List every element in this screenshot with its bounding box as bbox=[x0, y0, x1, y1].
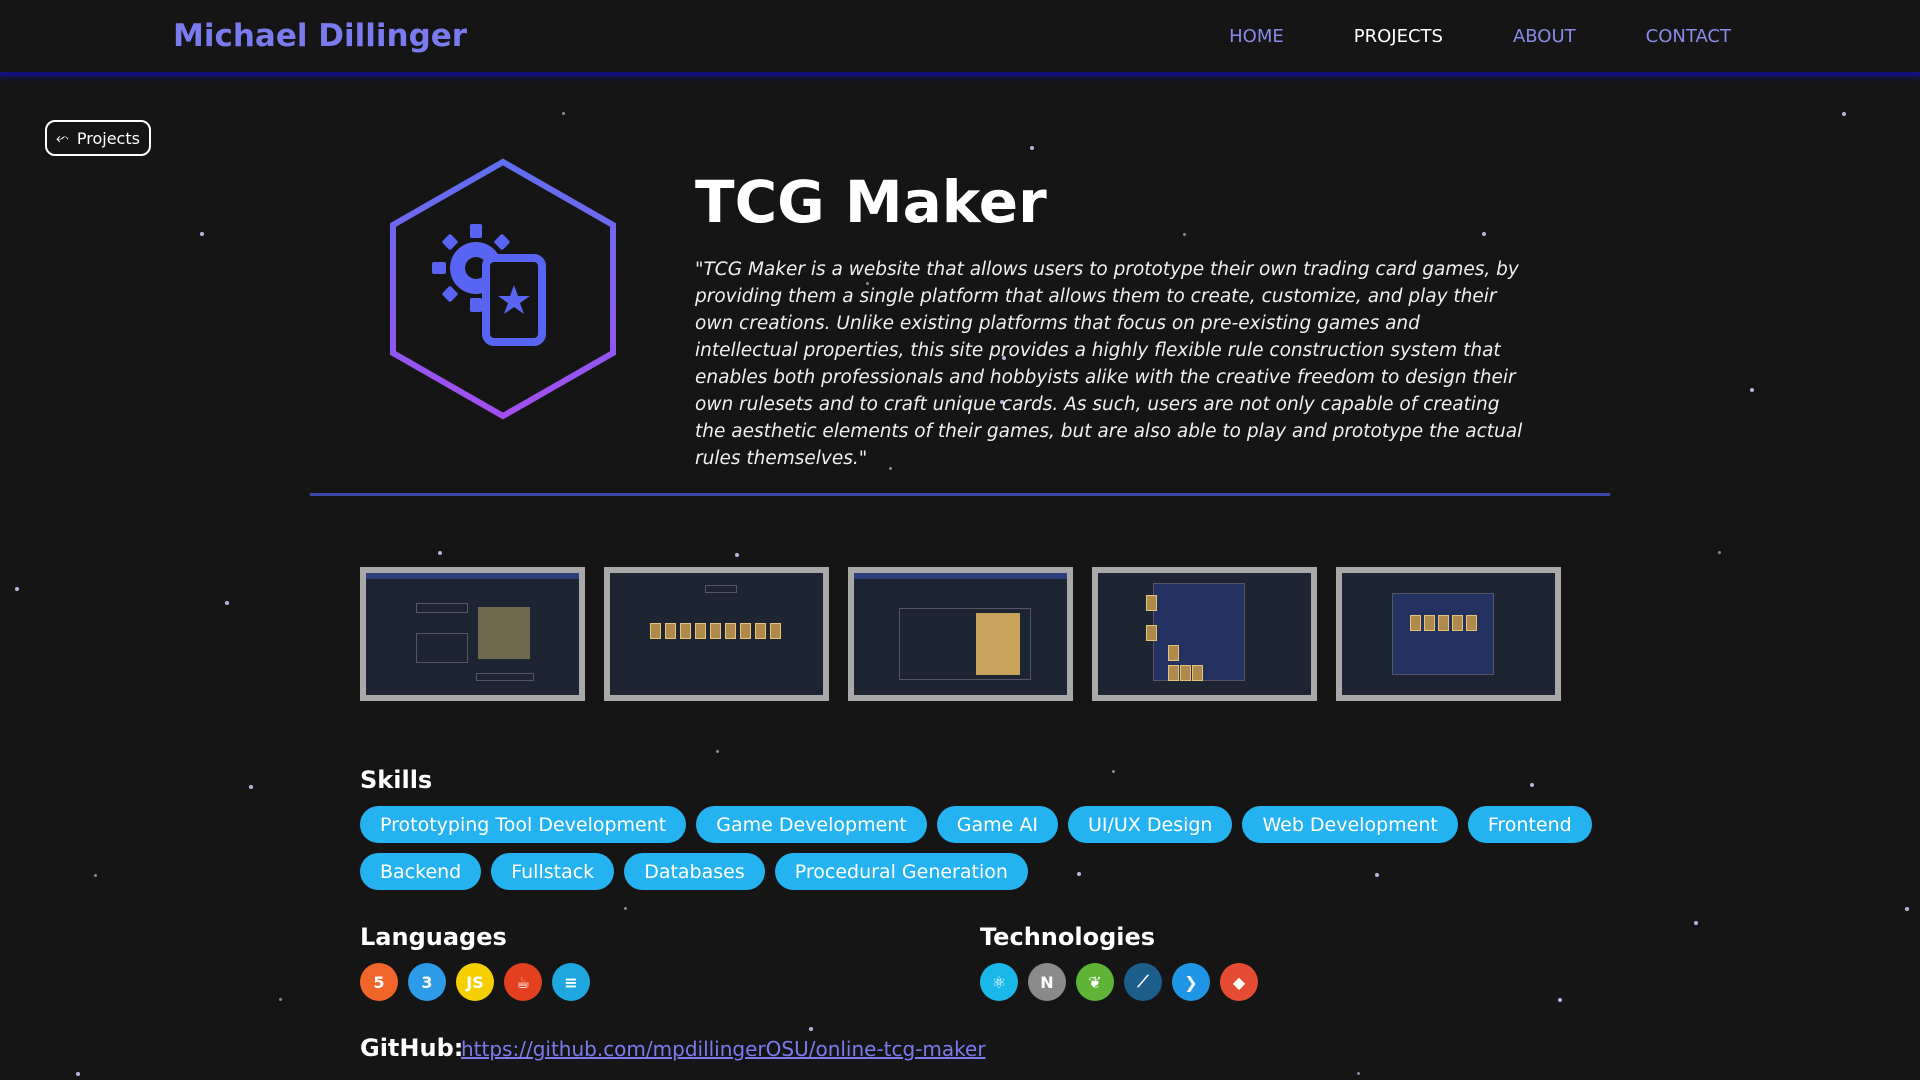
starfield-background bbox=[0, 0, 1920, 1080]
project-logo-icon bbox=[390, 158, 616, 420]
skill-tag: Databases bbox=[624, 853, 765, 890]
react-icon: ⚛ bbox=[980, 963, 1018, 1001]
skill-tag: Web Development bbox=[1242, 806, 1458, 843]
skill-tag: Backend bbox=[360, 853, 482, 890]
skill-tag: Prototyping Tool Development bbox=[360, 806, 687, 843]
nextjs-icon: N bbox=[1028, 963, 1066, 1001]
skill-tag: Procedural Generation bbox=[774, 853, 1028, 890]
technologies-heading: Technologies bbox=[980, 923, 1156, 951]
navbar: Michael Dillinger HOME PROJECTS ABOUT CO… bbox=[0, 0, 1920, 76]
skills-heading: Skills bbox=[360, 766, 433, 794]
languages-icons: 5 3 JS ☕ ≡ bbox=[360, 963, 590, 1001]
technologies-icons: ⚛ N ❦ ⟋ ❯ ◆ bbox=[980, 963, 1258, 1001]
skill-tag: Game AI bbox=[936, 806, 1058, 843]
sql-icon: ≡ bbox=[552, 963, 590, 1001]
html5-icon: 5 bbox=[360, 963, 398, 1001]
java-icon: ☕ bbox=[504, 963, 542, 1001]
nav-link-projects[interactable]: PROJECTS bbox=[1354, 26, 1443, 47]
spring-icon: ❦ bbox=[1076, 963, 1114, 1001]
git-icon: ◆ bbox=[1220, 963, 1258, 1001]
nav-link-home[interactable]: HOME bbox=[1229, 26, 1284, 47]
site-brand[interactable]: Michael Dillinger bbox=[173, 18, 467, 54]
skills-row: Backend Fullstack Databases Procedural G… bbox=[360, 853, 1560, 890]
nav-link-contact[interactable]: CONTACT bbox=[1646, 26, 1731, 47]
mysql-icon: ⟋ bbox=[1124, 963, 1162, 1001]
skills-row: Prototyping Tool Development Game Develo… bbox=[360, 806, 1592, 843]
nav-links: HOME PROJECTS ABOUT CONTACT bbox=[1159, 26, 1731, 47]
skill-tag: Fullstack bbox=[491, 853, 615, 890]
css3-icon: 3 bbox=[408, 963, 446, 1001]
skill-tag: UI/UX Design bbox=[1067, 806, 1233, 843]
screenshot-thumbnail-workshop[interactable] bbox=[360, 567, 585, 701]
arrow-left-icon: ⬿ bbox=[56, 128, 69, 147]
languages-heading: Languages bbox=[360, 923, 507, 951]
screenshot-thumbnail-game-board[interactable] bbox=[1092, 567, 1317, 701]
nav-link-about[interactable]: ABOUT bbox=[1513, 26, 1576, 47]
skill-tag: Frontend bbox=[1467, 806, 1592, 843]
back-button-label: Projects bbox=[76, 128, 140, 148]
project-title: TCG Maker bbox=[695, 168, 1047, 236]
skill-tag: Game Development bbox=[696, 806, 927, 843]
javascript-icon: JS bbox=[456, 963, 494, 1001]
back-to-projects-button[interactable]: ⬿ Projects bbox=[45, 120, 151, 156]
screenshot-thumbnail-modal-board[interactable] bbox=[1336, 567, 1561, 701]
screenshot-gallery bbox=[360, 567, 1561, 701]
screenshot-thumbnail-edit-card[interactable] bbox=[848, 567, 1073, 701]
skills-list: Prototyping Tool Development Game Develo… bbox=[360, 806, 1592, 900]
github-link[interactable]: https://github.com/mpdillingerOSU/online… bbox=[461, 1037, 986, 1061]
screenshot-thumbnail-card-grid[interactable] bbox=[604, 567, 829, 701]
vscode-icon: ❯ bbox=[1172, 963, 1210, 1001]
github-label: GitHub: bbox=[360, 1034, 464, 1062]
section-divider bbox=[310, 493, 1610, 496]
project-description: "TCG Maker is a website that allows user… bbox=[695, 259, 1523, 469]
